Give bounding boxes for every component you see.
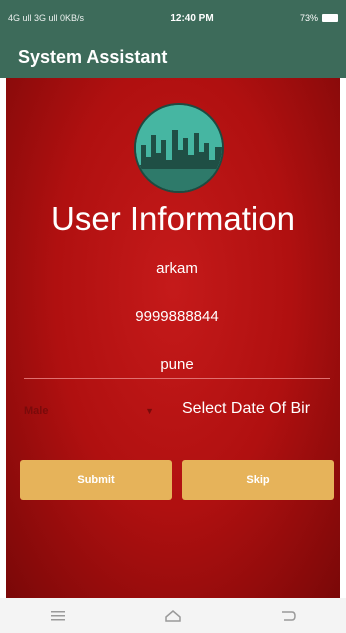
city-field-underline [24, 378, 330, 379]
submit-button[interactable]: Submit [20, 460, 172, 500]
city-logo-icon [134, 103, 224, 193]
status-bar: 4G ull 3G ull 0KB/s 12:40 PM 73% [0, 0, 346, 36]
app-bar: System Assistant [0, 36, 346, 78]
menu-icon[interactable] [48, 609, 68, 623]
status-time: 12:40 PM [170, 12, 214, 24]
skip-button[interactable]: Skip [182, 460, 334, 500]
gender-selected-value: Male [24, 405, 49, 417]
status-right: 73% [300, 13, 338, 23]
city-field[interactable]: pune [24, 356, 330, 373]
navigation-bar [0, 598, 346, 633]
app-title: System Assistant [18, 46, 168, 67]
name-field[interactable]: arkam [24, 260, 330, 277]
back-icon[interactable] [278, 609, 298, 623]
user-info-form: User Information arkam 9999888844 pune M… [6, 78, 340, 598]
phone-field[interactable]: 9999888844 [24, 308, 330, 325]
battery-icon [321, 14, 338, 22]
gender-select[interactable]: Male ▼ [24, 400, 154, 422]
chevron-down-icon: ▼ [145, 406, 154, 416]
date-of-birth-picker[interactable]: Select Date Of Bir [182, 400, 340, 422]
battery-percent: 73% [299, 13, 318, 23]
status-signal-text: 4G ull 3G ull 0KB/s [8, 13, 85, 23]
home-icon[interactable] [163, 609, 183, 623]
page-title: User Information [51, 200, 295, 237]
